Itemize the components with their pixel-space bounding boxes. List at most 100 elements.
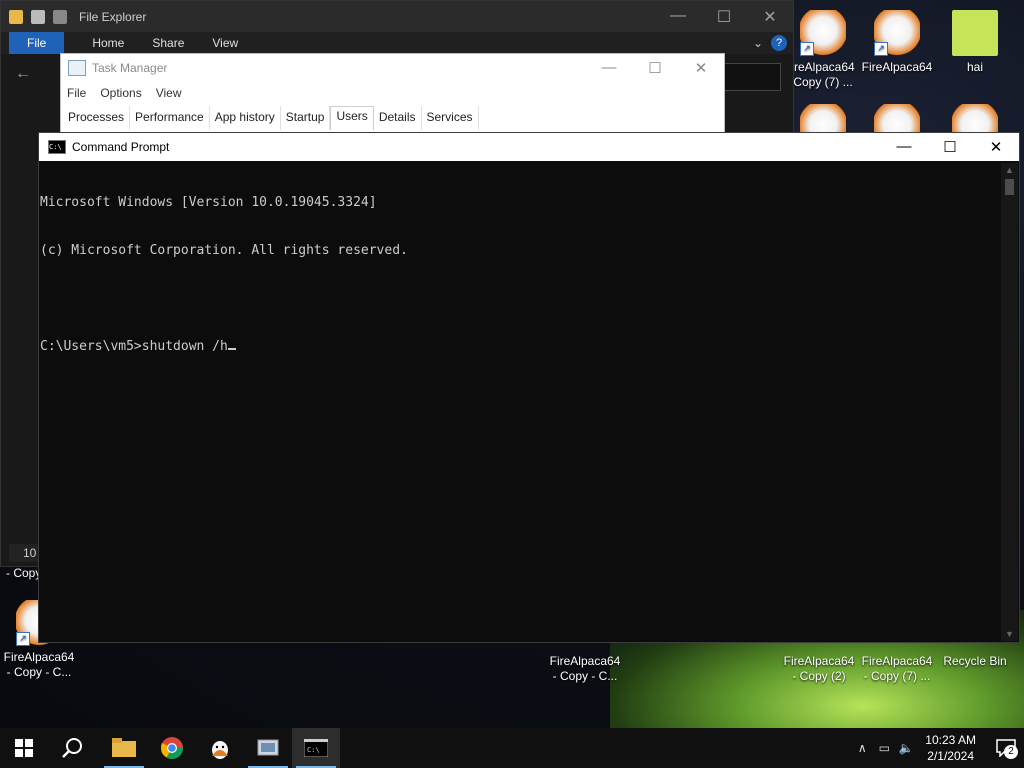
- chevron-up-icon[interactable]: ∧: [851, 741, 873, 755]
- search-icon: [62, 738, 82, 758]
- tab-processes[interactable]: Processes: [63, 106, 131, 130]
- close-icon[interactable]: ✕: [747, 7, 793, 27]
- taskbar-control-panel[interactable]: [244, 728, 292, 768]
- taskbar-file-explorer[interactable]: [100, 728, 148, 768]
- clock-date: 2/1/2024: [927, 749, 974, 763]
- close-icon[interactable]: ✕: [678, 59, 724, 77]
- desktop-icon-label: FireAlpaca64: [549, 654, 621, 668]
- clock-time: 10:23 AM: [925, 733, 976, 747]
- hai-image-icon: [952, 10, 998, 56]
- maximize-icon[interactable]: ☐: [701, 7, 747, 27]
- minimize-icon[interactable]: —: [586, 59, 632, 77]
- desktop-icon-label: - Copy (7) ...: [863, 669, 931, 683]
- menu-view[interactable]: View: [156, 86, 182, 100]
- close-icon[interactable]: ✕: [973, 138, 1019, 156]
- console-line: (c) Microsoft Corporation. All rights re…: [40, 243, 408, 258]
- minimize-icon[interactable]: —: [655, 7, 701, 27]
- taskmgr-title: Task Manager: [92, 61, 168, 75]
- properties-icon[interactable]: [31, 9, 45, 24]
- control-panel-icon: [257, 739, 279, 756]
- cmd-titlebar[interactable]: C:\ Command Prompt — ☐ ✕: [39, 133, 1019, 161]
- maximize-icon[interactable]: ☐: [632, 59, 678, 77]
- firealpaca-icon: ↗: [874, 10, 920, 56]
- desktop-icon-label: ireAlpaca64: [791, 60, 855, 74]
- scroll-up-icon[interactable]: ▲: [1001, 163, 1018, 177]
- taskmgr-tabs: Processes Performance App history Startu…: [63, 106, 479, 130]
- cmd-scrollbar[interactable]: ▲ ▼: [1001, 163, 1018, 641]
- notification-badge: 2: [1004, 745, 1018, 759]
- tab-startup[interactable]: Startup: [281, 106, 331, 130]
- taskmgr-menubar: File Options View: [61, 82, 724, 104]
- desktop-icon[interactable]: ↗ ireAlpaca64 Copy (7) ...: [784, 10, 862, 90]
- scroll-down-icon[interactable]: ▼: [1001, 627, 1018, 641]
- taskmgr-titlebar[interactable]: Task Manager — ☐ ✕: [61, 54, 724, 82]
- tab-details[interactable]: Details: [374, 106, 422, 130]
- system-tray: ∧ ▭ 🔈 10:23 AM 2/1/2024 2: [851, 728, 1024, 768]
- shortcut-arrow-icon: ↗: [874, 42, 888, 56]
- taskbar-firealpaca[interactable]: [196, 728, 244, 768]
- menu-options[interactable]: Options: [100, 86, 141, 100]
- explorer-titlebar[interactable]: File Explorer — ☐ ✕: [1, 1, 793, 32]
- shortcut-arrow-icon: ↗: [800, 42, 814, 56]
- ribbon-tab-file[interactable]: File: [9, 32, 65, 54]
- file-explorer-icon: [112, 738, 136, 757]
- svg-text:C:\: C:\: [307, 746, 320, 754]
- new-folder-icon[interactable]: [53, 9, 67, 24]
- cmd-console[interactable]: Microsoft Windows [Version 10.0.19045.33…: [39, 163, 1002, 641]
- desktop-icon-label: Copy (7) ...: [793, 75, 853, 89]
- action-center-button[interactable]: 2: [988, 728, 1024, 768]
- search-button[interactable]: [48, 728, 96, 768]
- start-icon: [15, 739, 33, 757]
- folder-icon: [9, 9, 23, 24]
- desktop-icon-label: FireAlpaca64: [861, 654, 933, 668]
- desktop-icon-label: - Copy (2): [792, 669, 846, 683]
- menu-file[interactable]: File: [67, 86, 86, 100]
- tab-performance[interactable]: Performance: [130, 106, 210, 130]
- desktop-icon-label: FireAlpaca64: [783, 654, 855, 668]
- desktop-icon-label: FireAlpaca64: [3, 650, 75, 664]
- chevron-down-icon[interactable]: ⌄: [753, 36, 763, 50]
- firealpaca-icon: [212, 741, 228, 759]
- shortcut-arrow-icon: ↗: [16, 632, 30, 646]
- text-cursor: [227, 348, 236, 350]
- explorer-item-label: - Copy: [6, 566, 42, 580]
- explorer-search-box[interactable]: [721, 63, 781, 91]
- desktop-icon[interactable]: hai: [936, 10, 1014, 75]
- taskbar: C:\ ∧ ▭ 🔈 10:23 AM 2/1/2024 2: [0, 728, 1024, 768]
- task-manager-window[interactable]: Task Manager — ☐ ✕ File Options View Pro…: [60, 53, 725, 133]
- console-input-line[interactable]: C:\Users\vm5>shutdown /h: [40, 339, 1002, 355]
- firealpaca-icon: ↗: [800, 10, 846, 56]
- clock[interactable]: 10:23 AM 2/1/2024: [925, 732, 976, 764]
- network-icon[interactable]: ▭: [873, 741, 895, 755]
- explorer-ribbon: File Home Share View ⌄ ?: [1, 32, 793, 54]
- desktop-icon[interactable]: ↗ FireAlpaca64: [858, 10, 936, 75]
- taskbar-chrome[interactable]: [148, 728, 196, 768]
- desktop-icon-label: Recycle Bin: [943, 654, 1007, 668]
- volume-muted-icon[interactable]: 🔈: [895, 741, 917, 755]
- help-icon[interactable]: ?: [771, 35, 787, 51]
- tab-services[interactable]: Services: [422, 106, 479, 130]
- minimize-icon[interactable]: —: [881, 138, 927, 156]
- chrome-icon: [160, 737, 183, 759]
- desktop-icon-label: - Copy - C...: [6, 665, 72, 679]
- desktop-icon-label: FireAlpaca64: [861, 60, 933, 74]
- tab-app-history[interactable]: App history: [210, 106, 281, 130]
- command-prompt-icon: C:\: [48, 140, 66, 154]
- console-line: Microsoft Windows [Version 10.0.19045.33…: [40, 195, 377, 210]
- ribbon-tab-share[interactable]: Share: [138, 36, 198, 50]
- tab-users[interactable]: Users: [330, 106, 374, 130]
- desktop-icon-label: hai: [966, 60, 983, 74]
- start-button[interactable]: [0, 728, 48, 768]
- console-command: C:\Users\vm5>shutdown /h: [40, 339, 228, 354]
- command-prompt-window[interactable]: C:\ Command Prompt — ☐ ✕ Microsoft Windo…: [38, 132, 1020, 643]
- maximize-icon[interactable]: ☐: [927, 138, 973, 156]
- ribbon-tab-home[interactable]: Home: [78, 36, 138, 50]
- ribbon-tab-view[interactable]: View: [198, 36, 252, 50]
- command-prompt-icon: C:\: [304, 739, 328, 757]
- task-manager-icon: [68, 60, 86, 76]
- scrollbar-thumb[interactable]: [1005, 179, 1014, 195]
- taskbar-command-prompt[interactable]: C:\: [292, 728, 340, 768]
- cmd-title: Command Prompt: [72, 140, 170, 154]
- back-arrow-icon[interactable]: ←: [15, 65, 31, 83]
